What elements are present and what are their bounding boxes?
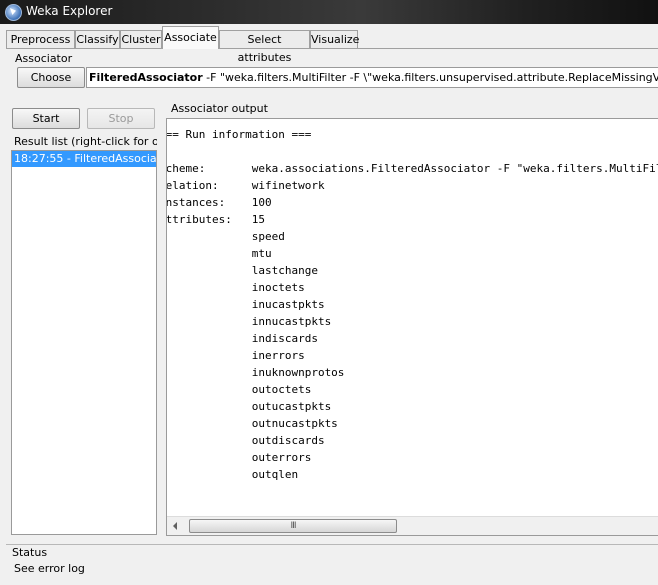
tab-preprocess[interactable]: Preprocess: [6, 30, 75, 48]
status-text: See error log: [14, 562, 85, 575]
associator-output-panel[interactable]: === Run information === Scheme: weka.asso…: [166, 118, 658, 536]
result-list[interactable]: 18:27:55 - FilteredAssociator: [11, 150, 157, 535]
associator-name: FilteredAssociator: [89, 71, 203, 84]
output-line: === Run information ===: [166, 128, 312, 141]
output-line: outerrors: [166, 451, 312, 464]
associator-config-field[interactable]: FilteredAssociator -F "weka.filters.Mult…: [86, 67, 658, 88]
output-line: indiscards: [166, 332, 318, 345]
output-line: lastchange: [166, 264, 318, 277]
tab-divider: [6, 48, 658, 49]
tab-visualize[interactable]: Visualize: [310, 30, 359, 48]
tab-classify[interactable]: Classify: [75, 30, 120, 48]
weka-bird-icon: [5, 4, 22, 21]
output-line: Attributes: 15: [166, 213, 265, 226]
output-line: outucastpkts: [166, 400, 332, 413]
tab-cluster[interactable]: Cluster: [120, 30, 162, 48]
output-line: innucastpkts: [166, 315, 332, 328]
output-line: inoctets: [166, 281, 305, 294]
title-bar: Weka Explorer: [0, 0, 658, 24]
output-line: inucastpkts: [166, 298, 325, 311]
associator-options: -F "weka.filters.MultiFilter -F \"weka.f…: [206, 71, 658, 84]
output-line: Relation: wifinetwork: [166, 179, 325, 192]
output-line: inuknownprotos: [166, 366, 345, 379]
output-line: Instances: 100: [166, 196, 272, 209]
output-line: Scheme: weka.associations.FilteredAssoci…: [166, 162, 658, 175]
output-line: outdiscards: [166, 434, 325, 447]
status-panel: Status See error log: [6, 544, 658, 582]
tab-select-attributes[interactable]: Select attributes: [219, 30, 310, 64]
associator-output-label: Associator output: [171, 102, 268, 115]
output-text: === Run information === Scheme: weka.asso…: [166, 126, 658, 483]
result-list-label: Result list (right-click for o...: [14, 135, 157, 148]
output-line: speed: [166, 230, 285, 243]
output-line: outqlen: [166, 468, 299, 481]
window-title: Weka Explorer: [26, 4, 113, 18]
choose-button[interactable]: Choose: [17, 67, 85, 88]
output-line: mtu: [166, 247, 272, 260]
associator-section-label: Associator: [15, 52, 73, 65]
stop-button[interactable]: Stop: [87, 108, 155, 129]
scroll-left-arrow-icon[interactable]: [173, 522, 177, 530]
tab-associate[interactable]: Associate: [162, 26, 219, 49]
start-button[interactable]: Start: [12, 108, 80, 129]
output-line: inerrors: [166, 349, 305, 362]
status-label: Status: [12, 546, 48, 559]
result-list-item[interactable]: 18:27:55 - FilteredAssociator: [12, 151, 156, 167]
horizontal-scrollbar[interactable]: III: [167, 516, 658, 535]
output-line: outoctets: [166, 383, 312, 396]
scrollbar-thumb[interactable]: III: [189, 519, 397, 533]
output-line: outnucastpkts: [166, 417, 338, 430]
